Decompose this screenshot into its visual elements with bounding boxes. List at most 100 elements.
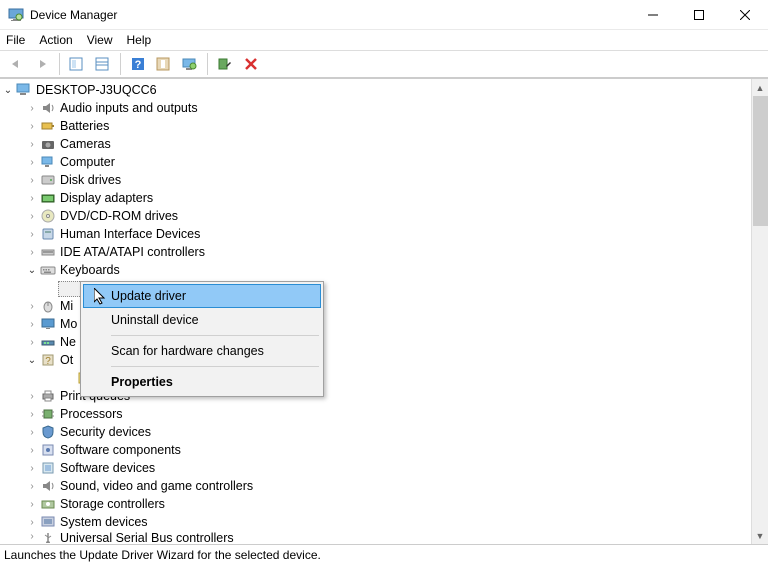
tree-row[interactable]: ›IDE ATA/ATAPI controllers: [0, 243, 751, 261]
tree-row[interactable]: › Software components: [0, 441, 751, 459]
expand-chevron-icon[interactable]: ›: [24, 337, 40, 348]
tree-row[interactable]: › Software devices: [0, 459, 751, 477]
tree-row[interactable]: ›Storage controllers: [0, 495, 751, 513]
expand-chevron-icon[interactable]: ›: [24, 247, 40, 258]
menu-file[interactable]: File: [6, 33, 25, 47]
tree-row[interactable]: › System devices: [0, 513, 751, 531]
cm-update-driver[interactable]: Update driver: [83, 284, 321, 308]
cm-label: Uninstall device: [111, 313, 199, 327]
minimize-button[interactable]: [630, 0, 676, 30]
menu-bar: File Action View Help: [0, 30, 768, 50]
properties-pane-button[interactable]: [91, 52, 115, 76]
cm-properties[interactable]: Properties: [83, 370, 321, 394]
close-button[interactable]: [722, 0, 768, 30]
expand-chevron-icon[interactable]: ›: [24, 229, 40, 240]
tree-item-label: Mo: [60, 317, 77, 331]
tree-row[interactable]: ›Security devices: [0, 423, 751, 441]
cm-scan[interactable]: Scan for hardware changes: [83, 339, 321, 363]
tree-item-label: Processors: [60, 407, 123, 421]
status-text: Launches the Update Driver Wizard for th…: [4, 548, 321, 562]
vertical-scrollbar[interactable]: ▲ ▼: [751, 79, 768, 544]
tree-item-label: Ot: [60, 353, 73, 367]
tree-row[interactable]: ›DVD/CD-ROM drives: [0, 207, 751, 225]
tree-row[interactable]: ›Human Interface Devices: [0, 225, 751, 243]
expand-chevron-icon[interactable]: ›: [24, 517, 40, 528]
network-icon: [40, 334, 56, 350]
other-icon: ?: [40, 352, 56, 368]
expand-chevron-icon[interactable]: ⌄: [24, 355, 40, 366]
update-driver-button[interactable]: [178, 52, 202, 76]
computer-icon: [40, 154, 56, 170]
tree-row[interactable]: › Sound, video and game controllers: [0, 477, 751, 495]
context-menu: Update driver Uninstall device Scan for …: [80, 281, 324, 397]
title-bar: Device Manager: [0, 0, 768, 30]
toolbar: ?: [0, 50, 768, 78]
expand-chevron-icon[interactable]: ›: [24, 175, 40, 186]
expand-chevron-icon[interactable]: ›: [24, 139, 40, 150]
expand-chevron-icon[interactable]: ›: [24, 121, 40, 132]
expand-chevron-icon[interactable]: ›: [24, 427, 40, 438]
window-buttons: [630, 0, 768, 30]
tree-row[interactable]: › Computer: [0, 153, 751, 171]
expand-chevron-icon[interactable]: ›: [24, 193, 40, 204]
tree-item-label: DESKTOP-J3UQCC6: [36, 83, 157, 97]
expand-chevron-icon[interactable]: ›: [24, 409, 40, 420]
toolbar-separator: [59, 53, 60, 75]
delete-button[interactable]: [239, 52, 263, 76]
expand-chevron-icon[interactable]: ›: [24, 445, 40, 456]
cm-uninstall[interactable]: Uninstall device: [83, 308, 321, 332]
ide-icon: [40, 244, 56, 260]
help-button[interactable]: ?: [126, 52, 150, 76]
expand-chevron-icon[interactable]: ›: [24, 301, 40, 312]
maximize-button[interactable]: [676, 0, 722, 30]
expand-chevron-icon[interactable]: ›: [24, 391, 40, 402]
tree-item-label: Mi: [60, 299, 73, 313]
tree-row[interactable]: ›Audio inputs and outputs: [0, 99, 751, 117]
tree-row[interactable]: ›Display adapters: [0, 189, 751, 207]
svg-text:?: ?: [135, 59, 142, 71]
tree-item-label: Ne: [60, 335, 76, 349]
tree-item-label: System devices: [60, 515, 148, 529]
menu-help[interactable]: Help: [127, 33, 152, 47]
menu-view[interactable]: View: [87, 33, 113, 47]
back-button[interactable]: [4, 52, 28, 76]
window-title: Device Manager: [30, 8, 117, 22]
menu-action[interactable]: Action: [39, 33, 72, 47]
tree-row[interactable]: › Processors: [0, 405, 751, 423]
tree-row[interactable]: ›Cameras: [0, 135, 751, 153]
expand-chevron-icon[interactable]: ›: [24, 319, 40, 330]
status-bar: Launches the Update Driver Wizard for th…: [0, 544, 768, 564]
scroll-down-button[interactable]: ▼: [752, 527, 768, 544]
show-hidden-button[interactable]: [65, 52, 89, 76]
add-legacy-button[interactable]: [213, 52, 237, 76]
tree-row[interactable]: › Universal Serial Bus controllers: [0, 531, 751, 543]
scroll-up-button[interactable]: ▲: [752, 79, 768, 96]
cm-separator: [111, 335, 319, 336]
expand-chevron-icon[interactable]: ›: [24, 211, 40, 222]
tree-item-label: Universal Serial Bus controllers: [60, 531, 234, 543]
expand-chevron-icon[interactable]: ›: [24, 531, 40, 542]
security-icon: [40, 424, 56, 440]
scroll-thumb[interactable]: [753, 96, 768, 226]
tree-item-label: Software devices: [60, 461, 155, 475]
expand-chevron-icon[interactable]: ›: [24, 103, 40, 114]
tree-item-label: Software components: [60, 443, 181, 457]
tree-row[interactable]: ›Disk drives: [0, 171, 751, 189]
scan-button[interactable]: [152, 52, 176, 76]
dvd-icon: [40, 208, 56, 224]
tree-row[interactable]: ⌄ DESKTOP-J3UQCC6: [0, 81, 751, 99]
swcomp-icon: [40, 442, 56, 458]
tree-row[interactable]: ⌄ Keyboards: [0, 261, 751, 279]
expand-chevron-icon[interactable]: ›: [24, 463, 40, 474]
expand-chevron-icon[interactable]: ⌄: [0, 85, 16, 96]
tree-item-label: Keyboards: [60, 263, 120, 277]
expand-chevron-icon[interactable]: ⌄: [24, 265, 40, 276]
forward-button[interactable]: [30, 52, 54, 76]
expand-chevron-icon[interactable]: ›: [24, 481, 40, 492]
tree-item-label: Computer: [60, 155, 115, 169]
expand-chevron-icon[interactable]: ›: [24, 157, 40, 168]
tree-row[interactable]: ›Batteries: [0, 117, 751, 135]
audio-icon: [40, 478, 56, 494]
tree-item-label: Sound, video and game controllers: [60, 479, 253, 493]
expand-chevron-icon[interactable]: ›: [24, 499, 40, 510]
